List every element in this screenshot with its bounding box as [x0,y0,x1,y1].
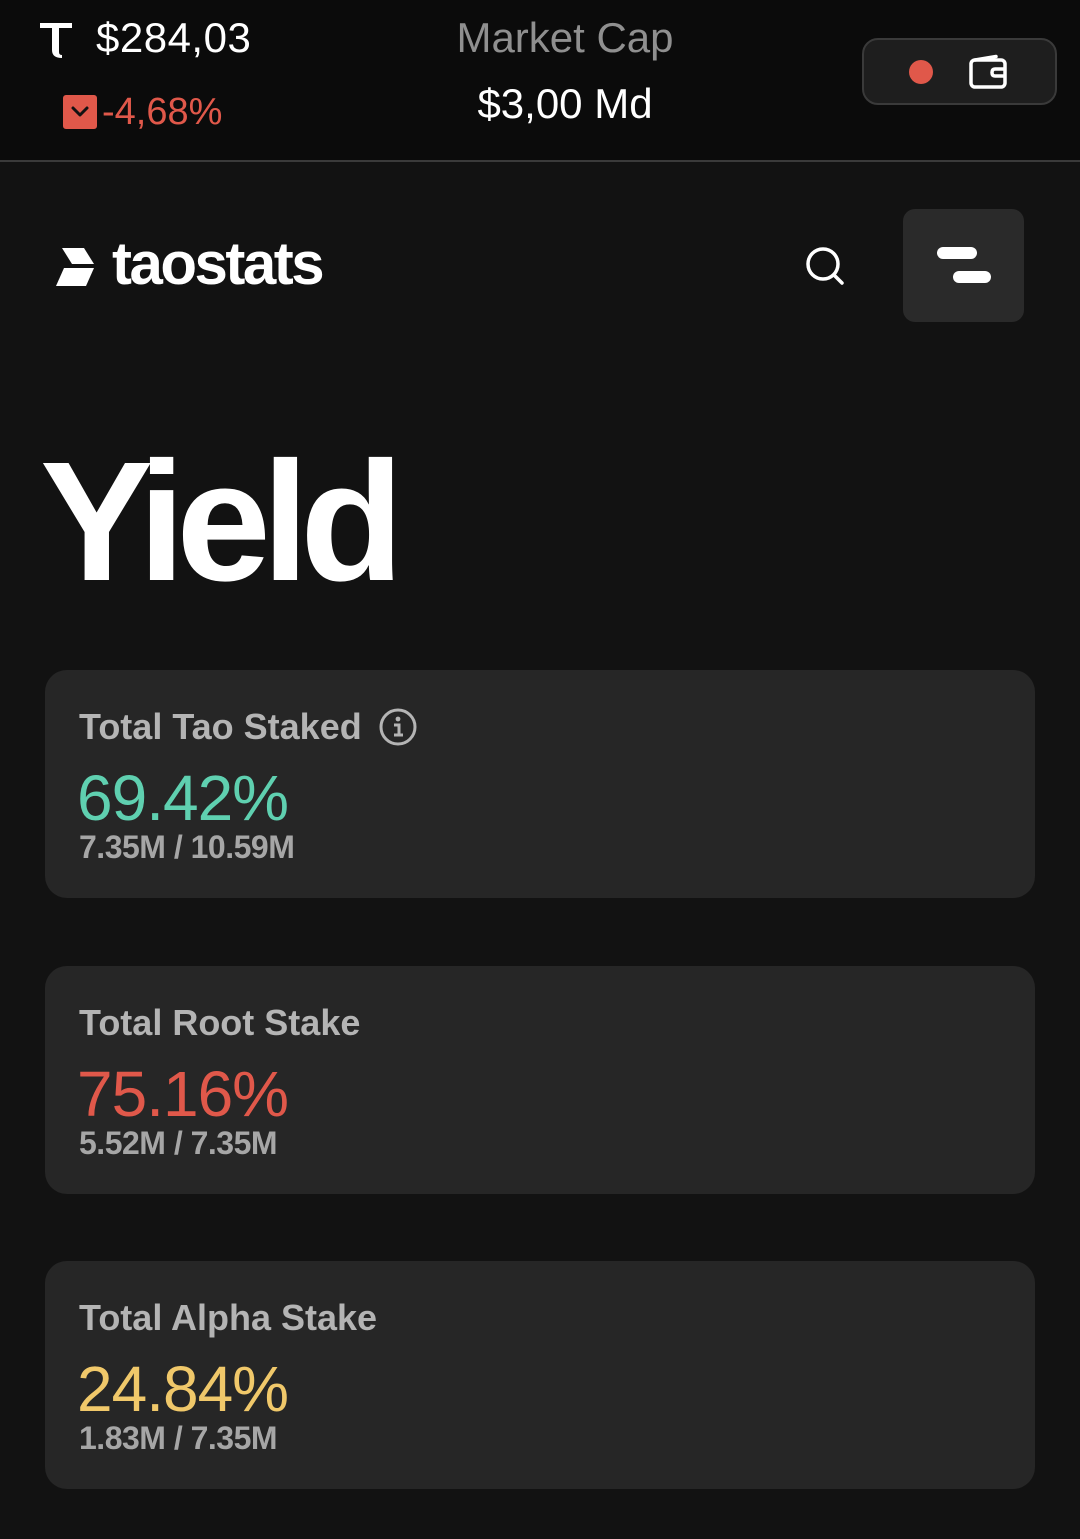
card-detail: 1.83M / 7.35M [79,1420,278,1456]
menu-button[interactable] [903,209,1024,322]
card-percent: 69.42% [77,762,289,834]
card-detail: 5.52M / 7.35M [79,1125,278,1161]
menu-bar-top [937,247,977,259]
stat-card-root-stake: Total Root Stake 75.16% 5.52M / 7.35M [45,966,1035,1194]
card-percent: 75.16% [77,1058,289,1130]
stat-card-alpha-stake: Total Alpha Stake 24.84% 1.83M / 7.35M [45,1261,1035,1489]
connection-status-dot [909,60,933,84]
taostats-logo-icon [56,248,94,286]
wallet-icon [969,54,1007,89]
market-cap-value: $3,00 Md [477,80,653,127]
page-title: Yield [40,427,404,617]
menu-bar-bottom [953,271,991,283]
chevron-down-icon [63,95,97,129]
tao-symbol-icon [40,23,72,58]
price-change: -4,68% [63,92,222,132]
price-ticker-bar: $284,03 -4,68% Market Cap $3,00 Md [0,0,1080,162]
card-title: Total Alpha Stake [79,1297,378,1338]
search-icon [806,247,844,285]
card-percent: 24.84% [77,1353,289,1425]
card-title: Total Tao Staked [79,706,362,747]
card-detail: 7.35M / 10.59M [79,829,295,865]
price-change-value: -4,68% [102,91,223,133]
logo-text: taostats [112,230,325,297]
wallet-connect-button[interactable] [862,38,1057,105]
info-icon[interactable] [378,707,418,747]
search-button[interactable] [800,240,850,292]
market-cap-label: Market Cap [456,14,674,61]
tao-price: $284,03 [96,14,252,61]
card-title: Total Root Stake [79,1002,361,1043]
stat-card-tao-staked: Total Tao Staked 69.42% 7.35M / 10.59M [45,670,1035,898]
